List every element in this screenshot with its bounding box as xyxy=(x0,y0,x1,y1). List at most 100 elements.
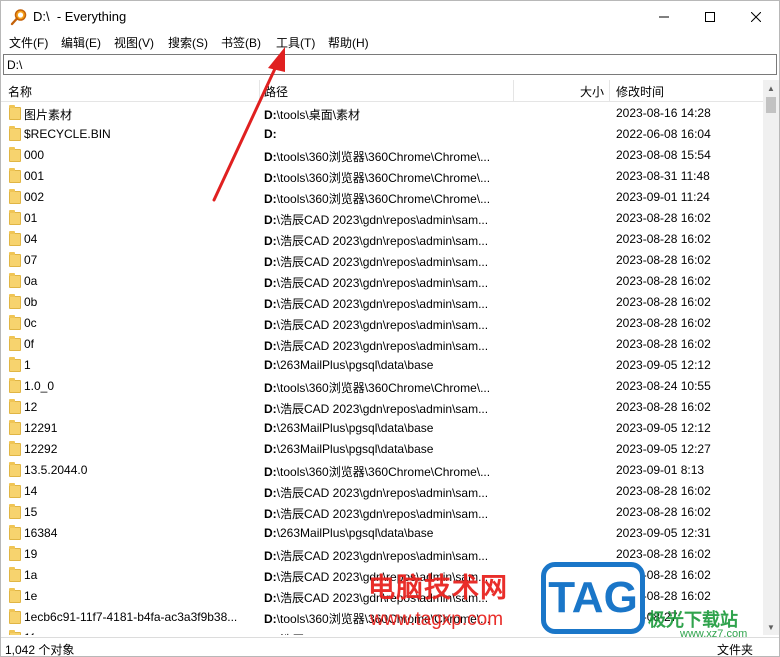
modified-date: 2023-08-28 16:02 xyxy=(616,211,711,225)
table-row[interactable]: 19 D:\浩辰CAD 2023\gdn\repos\admin\sam... 20… xyxy=(1,544,763,565)
path-drive: D: xyxy=(264,213,277,227)
modified-date: 2023-08-28 16:02 xyxy=(616,484,711,498)
menu-edit[interactable]: 编辑(E) xyxy=(61,34,101,51)
table-row[interactable]: 1f D:\浩辰CAD 2023\gdn\repos\admin\sam... xyxy=(1,628,763,635)
table-row[interactable]: 1e D:\浩辰CAD 2023\gdn\repos\admin\sam... 20… xyxy=(1,586,763,607)
file-name: 15 xyxy=(24,505,38,519)
folder-icon xyxy=(9,105,21,120)
menu-view[interactable]: 视图(V) xyxy=(114,34,154,51)
column-divider[interactable] xyxy=(609,80,610,102)
table-row[interactable]: 000 D:\tools\360浏览器\360Chrome\Chrome\... 2… xyxy=(1,145,763,166)
scroll-up-icon[interactable]: ▲ xyxy=(763,80,779,96)
maximize-button[interactable] xyxy=(687,1,733,32)
path-drive: D: xyxy=(264,318,277,332)
path-drive: D: xyxy=(264,526,277,540)
scroll-down-icon[interactable]: ▼ xyxy=(763,619,779,635)
table-row[interactable]: 15 D:\浩辰CAD 2023\gdn\repos\admin\sam... 20… xyxy=(1,502,763,523)
menu-help[interactable]: 帮助(H) xyxy=(328,34,369,51)
file-name: 0b xyxy=(24,295,38,309)
file-path: D:\浩辰CAD 2023\gdn\repos\admin\sam... xyxy=(264,568,514,585)
path-rest: \tools\360浏览器\360Chrome\Chrome\... xyxy=(276,150,491,164)
folder-icon xyxy=(9,273,21,288)
path-drive: D: xyxy=(264,150,277,164)
scrollbar-thumb[interactable] xyxy=(766,97,776,113)
table-row[interactable]: 07 D:\浩辰CAD 2023\gdn\repos\admin\sam... 20… xyxy=(1,250,763,271)
minimize-button[interactable] xyxy=(641,1,687,32)
file-path: D:\浩辰CAD 2023\gdn\repos\admin\sam... xyxy=(264,505,514,522)
path-drive: D: xyxy=(264,381,277,395)
table-row[interactable]: 12292 D:\263MailPlus\pgsql\data\base 2023-… xyxy=(1,439,763,460)
modified-date: 2023-08-28 16:02 xyxy=(616,274,711,288)
table-row[interactable]: $RECYCLE.BIN D: 2022-06-08 16:04 xyxy=(1,124,763,145)
menu-tools[interactable]: 工具(T) xyxy=(276,34,315,51)
table-row[interactable]: 1a D:\浩辰CAD 2023\gdn\repos\admin\sam... 20… xyxy=(1,565,763,586)
column-modified-header[interactable]: 修改时间 xyxy=(616,83,664,100)
file-path: D: xyxy=(264,127,514,141)
path-rest: \浩辰CAD 2023\gdn\repos\admin\sam... xyxy=(276,339,489,353)
path-drive: D: xyxy=(264,402,277,416)
file-name: 19 xyxy=(24,547,38,561)
file-name: 04 xyxy=(24,232,38,246)
path-rest: \浩辰CAD 2023\gdn\repos\admin\sam... xyxy=(276,591,489,605)
table-row[interactable]: 1ecb6c91-11f7-4181-b4fa-ac3a3f9b38... D:\… xyxy=(1,607,763,628)
table-row[interactable]: 0c D:\浩辰CAD 2023\gdn\repos\admin\sam... 20… xyxy=(1,313,763,334)
modified-date: 2023-08-28 16:02 xyxy=(616,568,711,582)
folder-icon xyxy=(9,462,21,477)
column-name-header[interactable]: 名称 xyxy=(8,83,32,100)
path-rest: \浩辰CAD 2023\gdn\repos\admin\sam... xyxy=(276,507,489,521)
path-rest: \浩辰CAD 2023\gdn\repos\admin\sam... xyxy=(276,486,489,500)
table-row[interactable]: 1.0_0 D:\tools\360浏览器\360Chrome\Chrome\..… xyxy=(1,376,763,397)
file-path: D:\浩辰CAD 2023\gdn\repos\admin\sam... xyxy=(264,589,514,606)
folder-icon xyxy=(9,399,21,414)
column-divider[interactable] xyxy=(513,80,514,102)
table-row[interactable]: 13.5.2044.0 D:\tools\360浏览器\360Chrome\Chr… xyxy=(1,460,763,481)
table-row[interactable]: 16384 D:\263MailPlus\pgsql\data\base 2023-… xyxy=(1,523,763,544)
column-divider[interactable] xyxy=(259,80,260,102)
file-path: D:\tools\360浏览器\360Chrome\Chrome\... xyxy=(264,379,514,396)
file-path: D:\浩辰CAD 2023\gdn\repos\admin\sam... xyxy=(264,253,514,270)
folder-icon xyxy=(9,189,21,204)
table-row[interactable]: 0a D:\浩辰CAD 2023\gdn\repos\admin\sam... 20… xyxy=(1,271,763,292)
table-row[interactable]: 14 D:\浩辰CAD 2023\gdn\repos\admin\sam... 20… xyxy=(1,481,763,502)
column-path-header[interactable]: 路径 xyxy=(264,83,288,100)
folder-icon xyxy=(9,609,21,624)
table-row[interactable]: 12 D:\浩辰CAD 2023\gdn\repos\admin\sam... 20… xyxy=(1,397,763,418)
file-path: D:\263MailPlus\pgsql\data\base xyxy=(264,358,514,372)
table-row[interactable]: 04 D:\浩辰CAD 2023\gdn\repos\admin\sam... 20… xyxy=(1,229,763,250)
table-row[interactable]: 0b D:\浩辰CAD 2023\gdn\repos\admin\sam... 20… xyxy=(1,292,763,313)
path-drive: D: xyxy=(264,297,277,311)
table-row[interactable]: 01 D:\浩辰CAD 2023\gdn\repos\admin\sam... 20… xyxy=(1,208,763,229)
file-name: 01 xyxy=(24,211,38,225)
folder-icon xyxy=(9,231,21,246)
table-row[interactable]: 0f D:\浩辰CAD 2023\gdn\repos\admin\sam... 20… xyxy=(1,334,763,355)
menu-bookmarks[interactable]: 书签(B) xyxy=(221,34,261,51)
file-name: 图片素材 xyxy=(24,108,73,122)
folder-icon xyxy=(9,168,21,183)
path-drive: D: xyxy=(264,591,277,605)
table-row[interactable]: 图片素材 D:\tools\桌面\素材 2023-08-16 14:28 xyxy=(1,103,763,124)
folder-icon xyxy=(9,210,21,225)
table-row[interactable]: 12291 D:\263MailPlus\pgsql\data\base 2023-… xyxy=(1,418,763,439)
file-path: D:\浩辰CAD 2023\gdn\repos\admin\sam... xyxy=(264,232,514,249)
title-bar[interactable]: D:\ - Everything xyxy=(1,1,779,32)
menu-file[interactable]: 文件(F) xyxy=(9,34,48,51)
table-row[interactable]: 001 D:\tools\360浏览器\360Chrome\Chrome\... 2… xyxy=(1,166,763,187)
path-rest: \263MailPlus\pgsql\data\base xyxy=(276,421,434,435)
column-size-header[interactable]: 大小 xyxy=(580,83,604,100)
file-path: D:\tools\桌面\素材 xyxy=(264,106,514,123)
menu-search[interactable]: 搜索(S) xyxy=(168,34,208,51)
path-rest: \浩辰CAD 2023\gdn\repos\admin\sam... xyxy=(276,549,489,563)
modified-date: 2023-08-28 16:02 xyxy=(616,337,711,351)
search-input[interactable] xyxy=(3,54,777,75)
path-drive: D: xyxy=(264,465,277,479)
modified-date: 2023-08-31 11:48 xyxy=(616,169,710,183)
path-drive: D: xyxy=(264,234,277,248)
close-button[interactable] xyxy=(733,1,779,32)
path-rest: \浩辰CAD 2023\gdn\repos\admin\sam... xyxy=(276,255,489,269)
vertical-scrollbar[interactable]: ▲ ▼ xyxy=(763,80,779,635)
file-path: D:\浩辰CAD 2023\gdn\repos\admin\sam... xyxy=(264,274,514,291)
path-rest: \浩辰CAD 2023\gdn\repos\admin\sam... xyxy=(276,234,489,248)
file-path: D:\浩辰CAD 2023\gdn\repos\admin\sam... xyxy=(264,547,514,564)
table-row[interactable]: 002 D:\tools\360浏览器\360Chrome\Chrome\... 2… xyxy=(1,187,763,208)
table-row[interactable]: 1 D:\263MailPlus\pgsql\data\base 2023-09-0… xyxy=(1,355,763,376)
